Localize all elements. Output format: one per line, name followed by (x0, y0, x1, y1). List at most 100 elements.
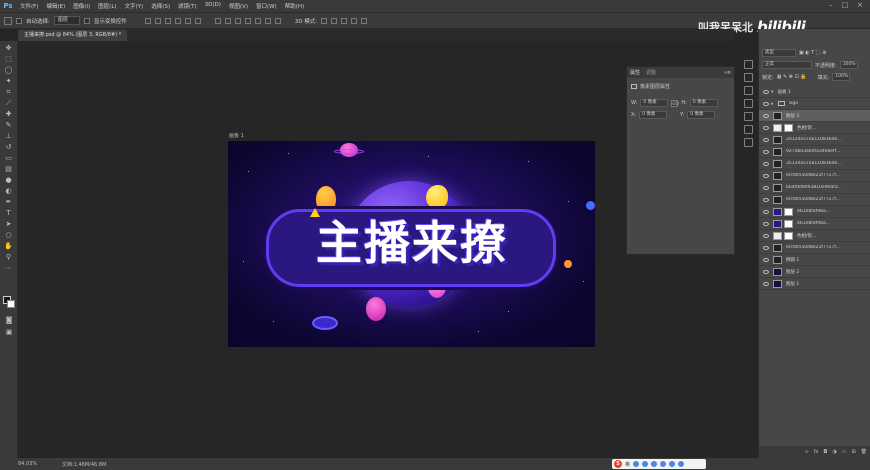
move-tool-icon[interactable] (4, 16, 12, 25)
type-tool-icon[interactable]: T (4, 209, 14, 217)
trash-icon[interactable]: 🗑 (861, 449, 867, 455)
layer-row[interactable]: ▾ 画板 1 (759, 86, 870, 98)
distribute-right-icon[interactable] (264, 17, 271, 24)
visibility-eye-icon[interactable] (763, 281, 769, 286)
layer-row[interactable]: ecfdd550d8e23f7727f... (759, 170, 870, 182)
menu-item[interactable]: 文件(F) (16, 2, 42, 10)
shape-tool-icon[interactable]: ○ (4, 231, 14, 239)
layer-filter-dropdown[interactable]: 类型 (762, 49, 796, 57)
menu-item[interactable]: 帮助(H) (281, 2, 308, 10)
visibility-eye-icon[interactable] (763, 137, 769, 142)
auto-select-dropdown[interactable]: 图层 (53, 16, 80, 25)
distribute-vcenter-icon[interactable] (224, 17, 231, 24)
align-right-icon[interactable] (194, 17, 201, 24)
paths-panel-icon[interactable] (743, 138, 753, 147)
menu-item[interactable]: 图像(I) (69, 2, 94, 10)
layer-mask-thumbnail[interactable] (784, 219, 793, 228)
menu-item[interactable]: 图层(L) (94, 2, 120, 10)
new-layer-icon[interactable]: ⊞ (851, 449, 855, 455)
align-vcenter-icon[interactable] (154, 17, 161, 24)
layer-row[interactable]: ▸ logo (759, 98, 870, 110)
menu-item[interactable]: 3D(D) (201, 2, 225, 10)
layer-row[interactable]: 图层 2 (759, 266, 870, 278)
zoom-tool-icon[interactable]: ⚲ (4, 253, 14, 261)
layer-row[interactable]: ecfdd550d8e23f7727f... (759, 194, 870, 206)
y-input[interactable]: 0 像素 (687, 111, 716, 119)
visibility-eye-icon[interactable] (763, 245, 769, 250)
channels-panel-icon[interactable] (743, 125, 753, 134)
visibility-eye-icon[interactable] (763, 89, 769, 94)
opacity-input[interactable]: 100% (839, 61, 858, 69)
x-input[interactable]: 0 像素 (639, 111, 668, 119)
layer-mask-thumbnail[interactable] (784, 207, 793, 216)
mask-icon[interactable]: ◘ (823, 449, 827, 455)
layer-row[interactable]: 2012da57ea110836d6... (759, 134, 870, 146)
tab-properties[interactable]: 属性 (630, 69, 640, 76)
visibility-eye-icon[interactable] (763, 197, 769, 202)
fill-input[interactable]: 100% (832, 73, 851, 81)
keyboard-icon[interactable] (660, 461, 667, 467)
expand-caret-icon[interactable]: ▾ (771, 89, 774, 95)
crop-tool-icon[interactable]: ⌗ (4, 88, 14, 96)
link-icon[interactable]: ∞ (804, 449, 808, 455)
visibility-eye-icon[interactable] (763, 221, 769, 226)
layer-row[interactable]: 4610bfaf98a... (759, 218, 870, 230)
layer-row[interactable]: 4610bfaf98a... (759, 206, 870, 218)
microphone-icon[interactable] (651, 461, 658, 467)
document-tab[interactable]: 主播来撩.psd @ 84% (图层 3, RGB/8#) * (18, 30, 128, 41)
fx-icon[interactable]: fx (814, 449, 819, 455)
scale-3d-icon[interactable] (361, 17, 368, 24)
visibility-eye-icon[interactable] (763, 101, 769, 106)
adjustment-icon[interactable]: ◑ (832, 449, 836, 455)
tab-adjustments[interactable]: 调整 (646, 69, 656, 76)
minimize-icon[interactable]: – (826, 1, 836, 10)
clone-stamp-tool-icon[interactable]: ⊥ (4, 132, 14, 140)
align-left-icon[interactable] (174, 17, 181, 24)
visibility-eye-icon[interactable] (763, 185, 769, 190)
shirt-icon[interactable] (669, 461, 676, 467)
lock-icons[interactable]: ▦ ✎ ✥ ⊡ 🔒 (777, 74, 807, 80)
healing-brush-tool-icon[interactable]: ✚ (4, 110, 14, 118)
visibility-eye-icon[interactable] (763, 149, 769, 154)
grid-icon[interactable] (678, 461, 685, 467)
magic-wand-tool-icon[interactable]: ✦ (4, 77, 14, 85)
lasso-tool-icon[interactable]: ◯ (4, 66, 14, 74)
layer-row[interactable]: 图层 3 (759, 110, 870, 122)
layer-mask-thumbnail[interactable] (784, 123, 793, 132)
layer-row[interactable]: 927db03a64fa3466eff... (759, 146, 870, 158)
expand-caret-icon[interactable]: ▸ (771, 101, 774, 107)
eyedropper-tool-icon[interactable]: ⟋ (4, 99, 14, 107)
filter-icons[interactable]: ▣ ◐ T ⬚ ⊕ (799, 50, 826, 56)
menu-item[interactable]: 视图(V) (225, 2, 252, 10)
blend-mode-dropdown[interactable]: 正常 (762, 61, 812, 69)
distribute-bottom-icon[interactable] (234, 17, 241, 24)
punctuation-icon[interactable] (642, 461, 649, 467)
close-icon[interactable]: × (855, 1, 865, 10)
visibility-eye-icon[interactable] (763, 269, 769, 274)
document-size[interactable]: 文档:1.48M/46.8M (62, 461, 106, 468)
blur-tool-icon[interactable]: ● (4, 176, 14, 184)
layer-row[interactable]: 椭圆 1 (759, 254, 870, 266)
artboard[interactable]: 主播来撩 (228, 141, 595, 347)
dodge-tool-icon[interactable]: ◐ (4, 187, 14, 195)
menu-item[interactable]: 编辑(E) (42, 2, 69, 10)
menu-item[interactable]: 文字(Y) (121, 2, 148, 10)
moon-icon[interactable] (633, 461, 640, 467)
show-transform-checkbox[interactable] (83, 17, 90, 24)
color-panel-icon[interactable] (743, 60, 753, 69)
layer-row[interactable]: 35134a57ea110836d6... (759, 158, 870, 170)
layer-row[interactable]: 图层 1 (759, 278, 870, 290)
align-top-icon[interactable] (144, 17, 151, 24)
libraries-panel-icon[interactable] (743, 112, 753, 121)
properties-panel-icon[interactable] (743, 86, 753, 95)
layer-row[interactable]: b64fdd9093810e90afd... (759, 182, 870, 194)
more-tools-icon[interactable]: ⋯ (4, 264, 14, 272)
menu-item[interactable]: 选择(S) (147, 2, 174, 10)
roll-3d-icon[interactable] (331, 17, 338, 24)
visibility-eye-icon[interactable] (763, 173, 769, 178)
visibility-eye-icon[interactable] (763, 113, 769, 118)
background-color-swatch[interactable] (7, 300, 15, 308)
marquee-tool-icon[interactable]: ⬚ (4, 55, 14, 63)
distribute-hcenter-icon[interactable] (254, 17, 261, 24)
path-selection-tool-icon[interactable]: ➤ (4, 220, 14, 228)
